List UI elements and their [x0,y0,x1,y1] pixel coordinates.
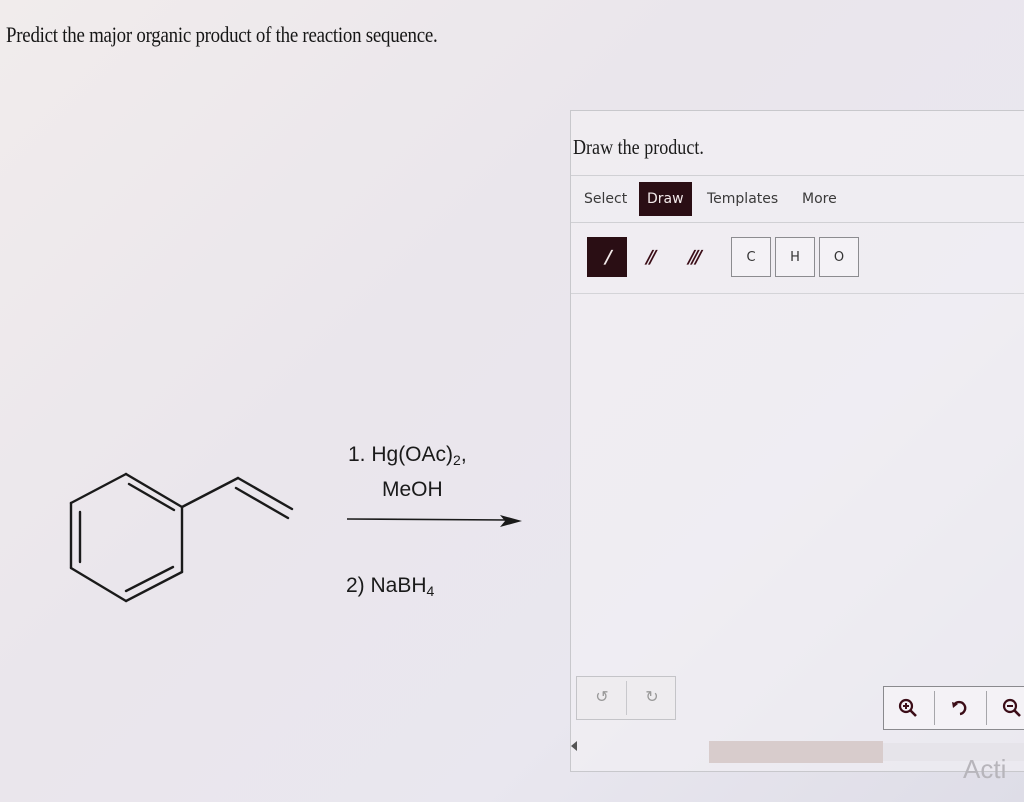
oxygen-atom-button[interactable]: O [819,237,859,277]
vinyl-single-bond [180,476,240,509]
zoom-divider [986,691,987,725]
reagent-step2-subscript: 4 [426,583,435,599]
double-bond-icon: // [644,246,656,268]
history-controls: ↺ ↻ [576,676,676,720]
single-bond-button[interactable]: / [587,237,627,277]
zoom-in-button[interactable] [886,691,930,725]
reagent-step1-solvent: MeOH [382,478,443,501]
redo-icon: ↻ [645,689,659,706]
reagent-step1: 1. Hg(OAc)2, [348,443,467,468]
zoom-controls [883,686,1024,730]
zoom-in-icon [898,698,917,717]
tab-select[interactable]: Select [584,182,627,216]
tab-more[interactable]: More [802,182,837,216]
zoom-out-icon [1002,698,1021,717]
history-divider [626,681,627,715]
reagent-step2: 2) NaBH4 [346,574,434,599]
scroll-left-arrow-icon[interactable] [571,741,577,751]
reaction-arrow [346,515,522,527]
zoom-divider [934,691,935,725]
carbon-atom-button[interactable]: C [731,237,771,277]
styrene-structure [69,472,294,603]
triple-bond-icon: /// [685,246,701,268]
reaction-scheme [69,472,522,603]
redo-button[interactable]: ↻ [633,683,671,711]
zoom-out-button[interactable] [990,691,1024,725]
hydrogen-atom-button[interactable]: H [775,237,815,277]
editor-title: Draw the product. [573,135,704,159]
ring-bond-top-right [124,472,184,509]
undo-button[interactable]: ↺ [583,683,621,711]
reagent-step1-subscript: 2 [453,452,461,468]
undo-icon: ↺ [595,689,609,706]
ring-bond-top-left [69,472,128,505]
triple-bond-button[interactable]: /// [673,237,713,277]
arrow-head [500,515,522,527]
tab-draw[interactable]: Draw [639,182,692,216]
draw-tools-row: / // /// C H O [571,221,1024,294]
double-bond-button[interactable]: // [630,237,670,277]
reagent-step1-text: 1. Hg(OAc) [348,443,454,466]
horizontal-scrollbar-thumb[interactable] [709,741,883,763]
ring-bond-bottom-left [69,566,128,603]
single-bond-icon: / [602,246,612,268]
reagent-step2-text: 2) NaBH [346,574,427,597]
zoom-reset-icon [952,700,967,716]
reagent-step1-comma: , [460,443,467,466]
activation-watermark: Acti [963,754,1007,784]
arrow-shaft [346,518,509,521]
editor-toolbar: Select Draw Templates More [571,175,1024,223]
drawing-editor: Draw the product. Select Draw Templates … [570,110,1024,784]
tab-templates[interactable]: Templates [707,182,778,216]
zoom-reset-button[interactable] [938,691,982,725]
